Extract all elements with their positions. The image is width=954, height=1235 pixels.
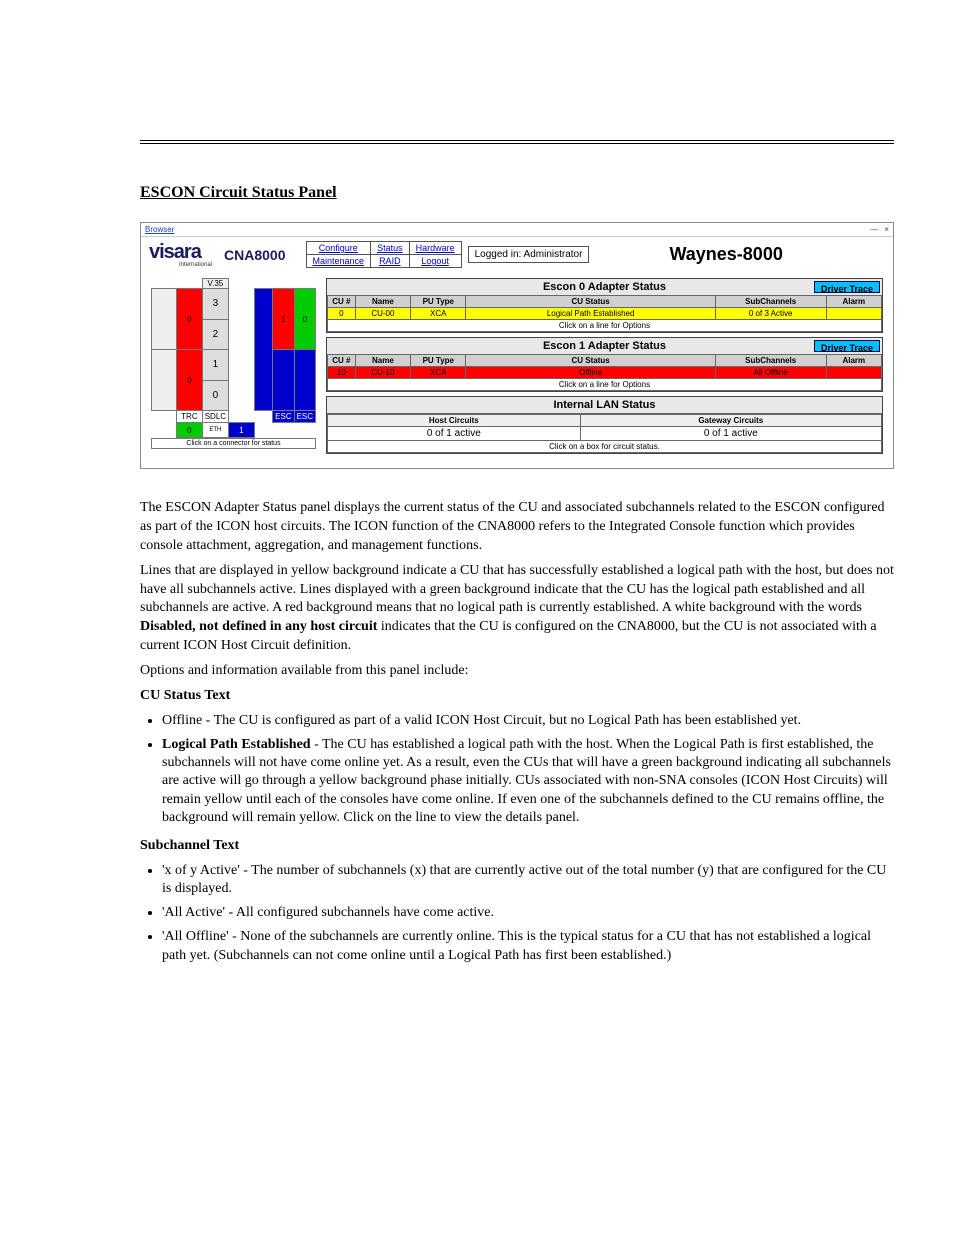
close-icon[interactable]: ×	[884, 225, 889, 234]
slot-2[interactable]: 2	[202, 319, 229, 350]
slot-3[interactable]: 3	[202, 289, 229, 320]
nav-configure[interactable]: Configure	[306, 242, 371, 255]
col-cu: CU #	[328, 296, 356, 308]
col-name: Name	[355, 296, 410, 308]
section-title: ESCON Circuit Status Panel	[140, 184, 894, 202]
sdlc-label: SDLC	[202, 411, 229, 423]
port-red-1[interactable]: 1	[273, 289, 294, 350]
logo-subtext: International	[179, 262, 212, 268]
escon1-hint: Click on a line for Options	[328, 379, 882, 391]
app-header: visara International CNA8000 Configure S…	[141, 237, 893, 272]
lan-host-value[interactable]: 0 of 1 active	[328, 427, 581, 441]
cell-stat: Logical Path Established	[466, 308, 715, 320]
lan-gw-value[interactable]: 0 of 1 active	[580, 427, 881, 441]
escon1-driver-trace-button[interactable]: Driver Trace	[814, 340, 880, 352]
logged-in-status: Logged in: Administrator	[468, 246, 590, 263]
hostname: Waynes-8000	[669, 244, 782, 265]
escon1-block: Escon 1 Adapter Status Driver Trace CU #…	[326, 337, 883, 392]
logo: visara	[149, 241, 212, 264]
col-subch: SubChannels	[715, 296, 826, 308]
col-cu: CU #	[328, 355, 356, 367]
map-hint: Click on a connector for status	[151, 438, 316, 449]
para-1: The ESCON Adapter Status panel displays …	[140, 499, 894, 556]
li-sub-allactive: 'All Active' - All configured subchannel…	[162, 904, 894, 922]
li-sub-xofy: 'x of y Active' - The number of subchann…	[162, 862, 894, 898]
port-green-0[interactable]: 0	[294, 289, 315, 350]
product-name: CNA8000	[224, 247, 285, 263]
col-pu: PU Type	[411, 355, 466, 367]
eth-label: ETH	[202, 423, 229, 438]
section-divider	[140, 140, 894, 144]
slot-1[interactable]: 1	[202, 350, 229, 381]
cell-alarm	[826, 308, 881, 320]
escon0-title: Escon 0 Adapter Status	[543, 281, 666, 293]
li-sub-alloffline: 'All Offline' - None of the subchannels …	[162, 928, 894, 964]
heading-cu-status: CU Status Text	[140, 687, 894, 706]
port-red-0a[interactable]: 0	[177, 289, 202, 350]
escon0-row[interactable]: 0 CU-00 XCA Logical Path Established 0 o…	[328, 308, 882, 320]
cell-name: CU-10	[355, 367, 410, 379]
port-red-0b[interactable]: 0	[177, 350, 202, 411]
esc-label-2[interactable]: ESC	[294, 411, 315, 423]
slot-0[interactable]: 0	[202, 380, 229, 411]
min-icon[interactable]: —	[870, 225, 878, 234]
lan-host-header: Host Circuits	[328, 415, 581, 427]
hardware-map: V.35 0 3 1 0 2	[151, 278, 316, 458]
cell-cu: 0	[328, 308, 356, 320]
eth-port[interactable]: 1	[229, 423, 254, 438]
lan-hint: Click on a box for circuit status.	[328, 441, 882, 453]
escon1-title: Escon 1 Adapter Status	[543, 340, 666, 352]
cell-alarm	[826, 367, 881, 379]
bus-bar-2[interactable]	[273, 350, 294, 411]
nav-raid[interactable]: RAID	[371, 255, 410, 268]
trc-port[interactable]: 0	[177, 423, 202, 438]
col-subch: SubChannels	[715, 355, 826, 367]
col-status: CU Status	[466, 296, 715, 308]
bus-bar[interactable]	[254, 289, 273, 411]
nav-maintenance[interactable]: Maintenance	[306, 255, 371, 268]
status-panels: Escon 0 Adapter Status Driver Trace CU #…	[326, 278, 883, 458]
screenshot: Browser — × visara International CNA8000…	[140, 222, 894, 469]
escon0-hint: Click on a line for Options	[328, 320, 882, 332]
esc-label-1[interactable]: ESC	[273, 411, 294, 423]
cell-stat: Offline	[466, 367, 715, 379]
nav-menu: Configure Status Hardware Maintenance RA…	[306, 241, 462, 268]
col-alarm: Alarm	[826, 355, 881, 367]
trc-label: TRC	[177, 411, 202, 423]
col-alarm: Alarm	[826, 296, 881, 308]
cell-name: CU-00	[355, 308, 410, 320]
para-3: Options and information available from t…	[140, 662, 894, 681]
col-pu: PU Type	[411, 296, 466, 308]
lan-block: Internal LAN Status Host Circuits Gatewa…	[326, 396, 883, 454]
cell-cu: 10	[328, 367, 356, 379]
document-body: The ESCON Adapter Status panel displays …	[140, 499, 894, 965]
escon0-driver-trace-button[interactable]: Driver Trace	[814, 281, 880, 293]
lan-title: Internal LAN Status	[327, 397, 882, 414]
nav-logout[interactable]: Logout	[409, 255, 461, 268]
v35-label: V.35	[202, 279, 229, 289]
nav-hardware[interactable]: Hardware	[409, 242, 461, 255]
li-logical-path: Logical Path Established - The CU has es…	[162, 736, 894, 827]
escon0-block: Escon 0 Adapter Status Driver Trace CU #…	[326, 278, 883, 333]
escon1-row[interactable]: 10 CU-10 XCA Offline All Offline	[328, 367, 882, 379]
col-name: Name	[355, 355, 410, 367]
cell-sub: All Offline	[715, 367, 826, 379]
browser-url: Browser	[145, 225, 174, 234]
para-2: Lines that are displayed in yellow backg…	[140, 562, 894, 656]
cu-status-list: Offline - The CU is configured as part o…	[162, 712, 894, 827]
lan-gw-header: Gateway Circuits	[580, 415, 881, 427]
browser-titlebar: Browser — ×	[141, 223, 893, 237]
cell-sub: 0 of 3 Active	[715, 308, 826, 320]
cell-pu: XCA	[411, 367, 466, 379]
nav-status[interactable]: Status	[371, 242, 410, 255]
bus-bar-3[interactable]	[294, 350, 315, 411]
col-status: CU Status	[466, 355, 715, 367]
heading-subch: Subchannel Text	[140, 837, 894, 856]
li-offline: Offline - The CU is configured as part o…	[162, 712, 894, 730]
cell-pu: XCA	[411, 308, 466, 320]
subch-list: 'x of y Active' - The number of subchann…	[162, 862, 894, 965]
